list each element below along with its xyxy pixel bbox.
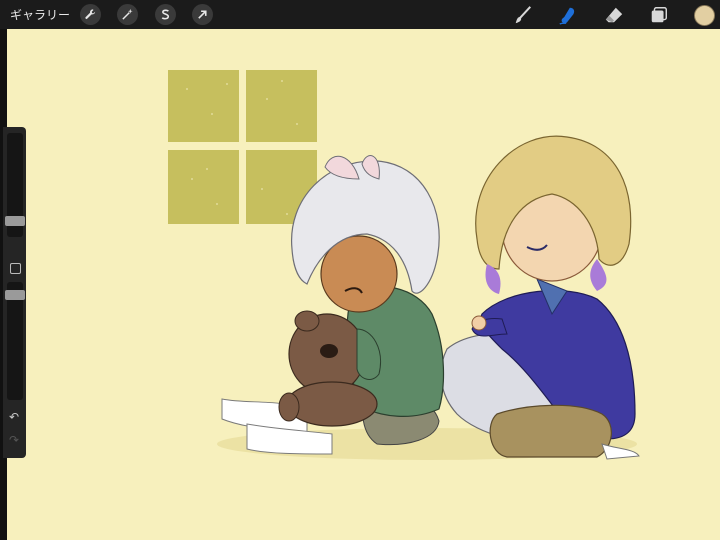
layers-icon[interactable] bbox=[648, 4, 670, 26]
drawing-canvas[interactable] bbox=[7, 29, 720, 540]
transform-arrow-icon[interactable] bbox=[192, 4, 213, 25]
gallery-button[interactable]: ギャラリー bbox=[10, 6, 70, 23]
window-panes bbox=[168, 70, 317, 224]
redo-icon[interactable]: ↷ bbox=[9, 433, 19, 447]
wrench-icon[interactable] bbox=[80, 4, 101, 25]
modify-button[interactable] bbox=[10, 263, 21, 274]
color-swatch-button[interactable] bbox=[694, 5, 715, 26]
brush-size-slider[interactable] bbox=[5, 133, 25, 237]
undo-icon[interactable]: ↶ bbox=[9, 410, 19, 424]
selection-icon[interactable] bbox=[155, 4, 176, 25]
brush-size-thumb[interactable] bbox=[5, 216, 25, 226]
smudge-icon[interactable] bbox=[557, 4, 579, 26]
brush-icon[interactable] bbox=[512, 4, 534, 26]
top-toolbar: ギャラリー bbox=[0, 0, 720, 29]
opacity-slider[interactable] bbox=[5, 282, 25, 400]
left-sidebar: ↶ ↷ bbox=[3, 127, 26, 458]
girl-figure bbox=[440, 135, 640, 460]
eraser-icon[interactable] bbox=[603, 4, 625, 26]
opacity-thumb[interactable] bbox=[5, 290, 25, 300]
magic-wand-icon[interactable] bbox=[117, 4, 138, 25]
artwork-illustration bbox=[168, 70, 640, 460]
